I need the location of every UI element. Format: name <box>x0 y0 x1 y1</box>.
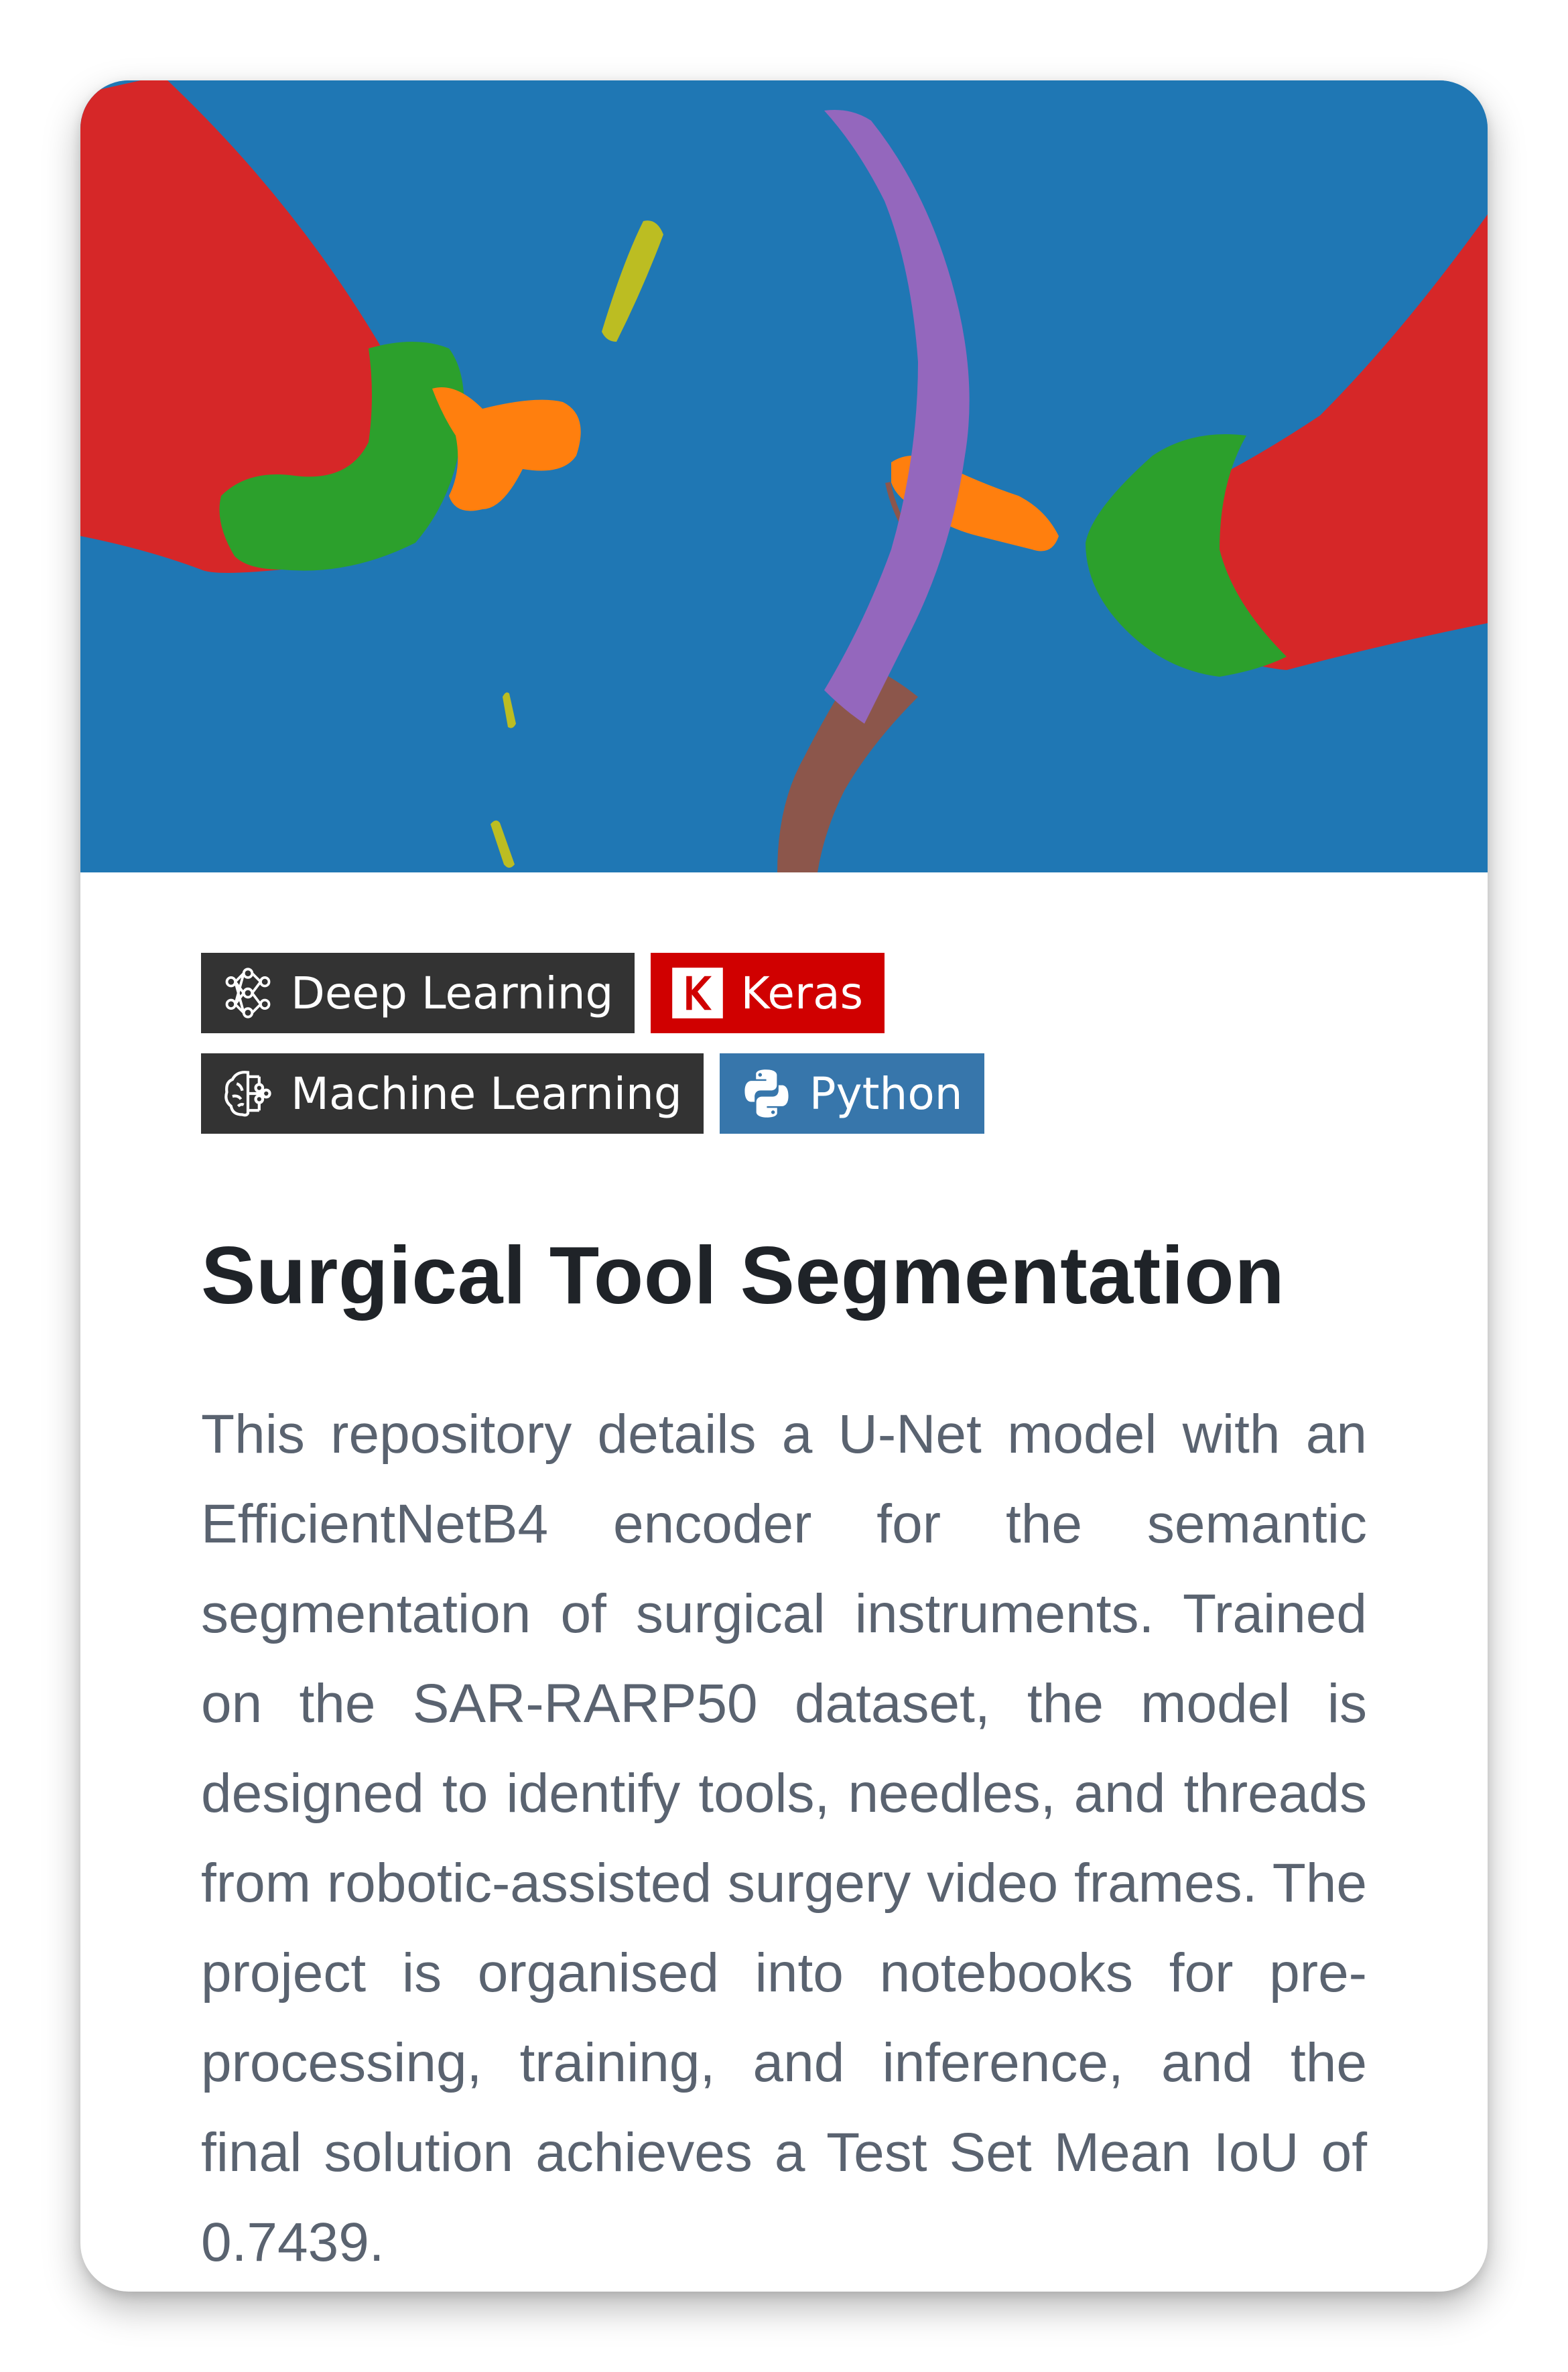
python-icon <box>738 1065 795 1122</box>
brain-circuit-icon <box>220 1065 276 1122</box>
card-description: This repository details a U-Net model wi… <box>201 1404 1367 2273</box>
keras-icon <box>669 965 726 1021</box>
card-body: Deep Learning Keras Machine Learning Pyt… <box>201 953 1367 2288</box>
tag-label: Machine Learning <box>291 1067 682 1120</box>
tag-deep-learning[interactable]: Deep Learning <box>201 953 635 1033</box>
tag-label: Deep Learning <box>291 967 614 1019</box>
segmentation-mask-image <box>80 80 1488 872</box>
tag-label: Python <box>809 1067 963 1120</box>
project-card[interactable]: Deep Learning Keras Machine Learning Pyt… <box>80 80 1488 2292</box>
tag-keras[interactable]: Keras <box>651 953 885 1033</box>
tag-python[interactable]: Python <box>719 1053 984 1134</box>
neural-network-icon <box>220 965 276 1021</box>
segmentation-mask-graphic <box>80 80 1488 872</box>
card-title[interactable]: Surgical Tool Segmentation <box>201 1225 1367 1325</box>
tag-machine-learning[interactable]: Machine Learning <box>201 1053 704 1134</box>
tag-list: Deep Learning Keras Machine Learning Pyt… <box>201 953 1072 1134</box>
tag-label: Keras <box>740 967 864 1019</box>
